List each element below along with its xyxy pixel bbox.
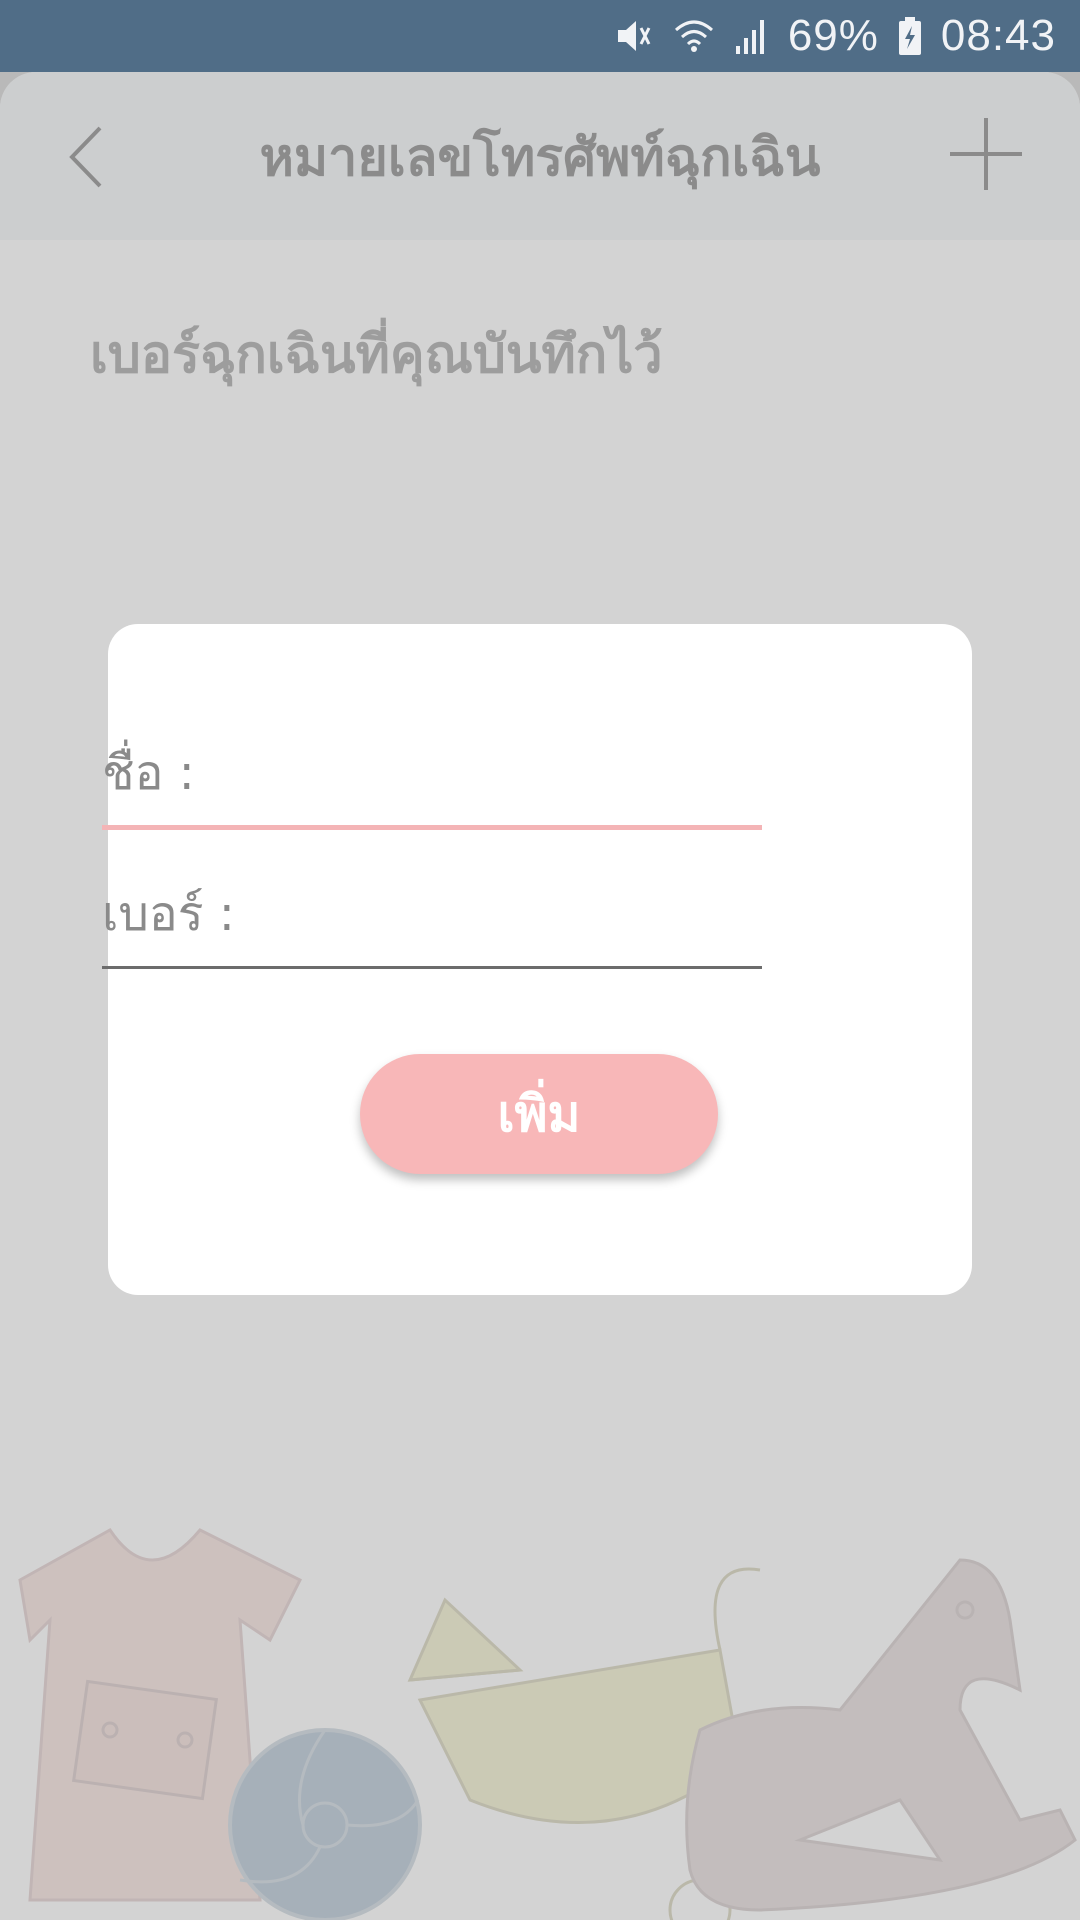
battery-percent: 69% xyxy=(787,11,879,60)
mute-icon xyxy=(614,16,654,56)
battery-charging-icon xyxy=(897,16,923,56)
wifi-icon xyxy=(672,16,716,56)
name-field[interactable]: ชื่อ : xyxy=(102,740,762,830)
phone-label: เบอร์ : xyxy=(102,886,235,942)
signal-icon xyxy=(734,16,770,56)
clock: 08:43 xyxy=(940,11,1056,60)
phone-input[interactable] xyxy=(246,896,795,966)
status-bar: 69% 08:43 xyxy=(0,0,1080,72)
name-label: ชื่อ : xyxy=(102,745,195,801)
phone-field[interactable]: เบอร์ : xyxy=(102,879,795,969)
add-button-submit[interactable]: เพิ่ม xyxy=(360,1054,718,1174)
name-input[interactable] xyxy=(206,755,762,825)
